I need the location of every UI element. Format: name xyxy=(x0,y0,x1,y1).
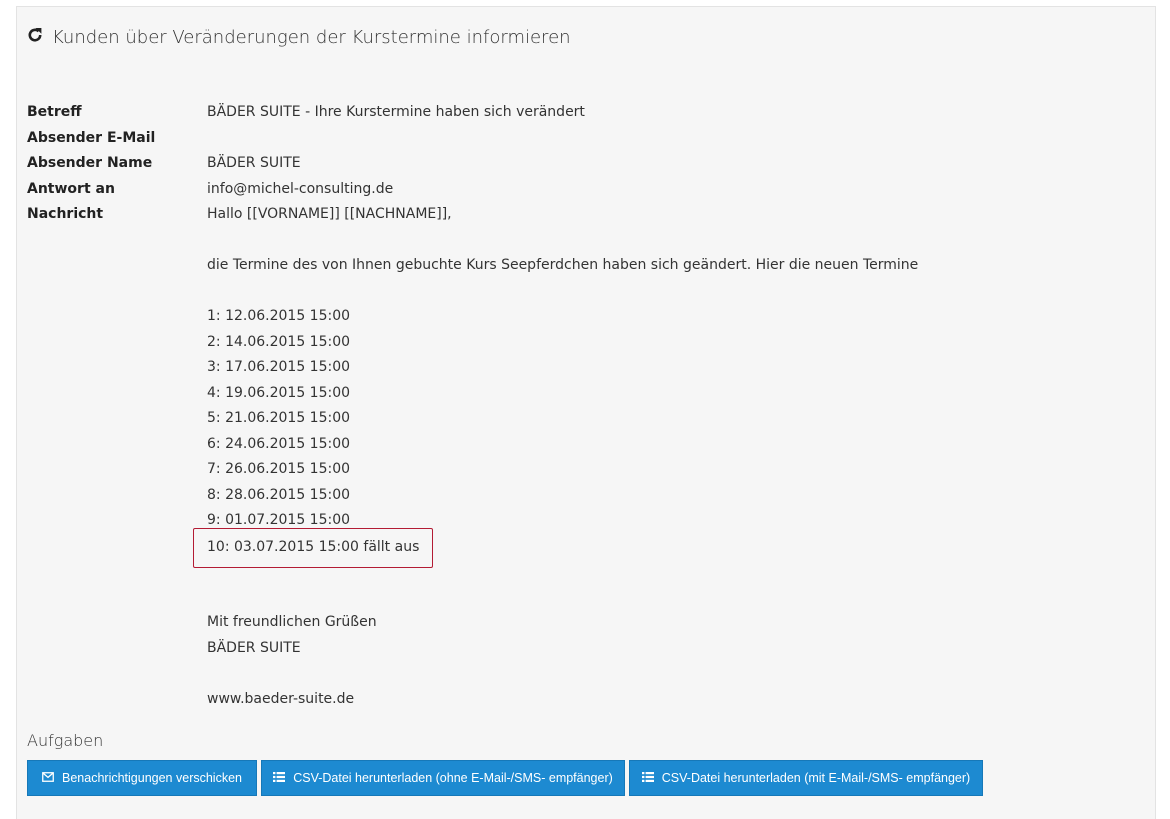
envelope-icon xyxy=(42,771,62,785)
date-item: 2: 14.06.2015 15:00 xyxy=(207,334,351,350)
field-value: BÄDER SUITE - Ihre Kurstermine haben sic… xyxy=(207,104,585,120)
message-signature: BÄDER SUITE xyxy=(207,640,301,656)
field-value: info@michel-consulting.de xyxy=(207,181,394,197)
csv-download-with-label: CSV-Datei herunterladen (mit E-Mail-/SMS… xyxy=(661,771,971,785)
field-sender-name: Absender Name BÄDER SUITE xyxy=(27,153,301,173)
csv-download-without-recipients-button[interactable]: CSV-Datei herunterladen (ohne E-Mail-/SM… xyxy=(261,760,625,796)
field-sender-email: Absender E-Mail xyxy=(27,128,207,148)
field-subject: Betreff BÄDER SUITE - Ihre Kurstermine h… xyxy=(27,102,585,122)
refresh-icon xyxy=(27,27,52,48)
field-label: Absender Name xyxy=(27,155,153,171)
list-icon xyxy=(273,771,293,785)
date-item: 7: 26.06.2015 15:00 xyxy=(207,461,351,477)
field-label: Antwort an xyxy=(27,181,115,197)
date-item: 5: 21.06.2015 15:00 xyxy=(207,410,351,426)
panel-title-text: Kunden über Veränderungen der Kurstermin… xyxy=(52,27,571,48)
field-label: Nachricht xyxy=(27,206,104,222)
csv-download-with-recipients-button[interactable]: CSV-Datei herunterladen (mit E-Mail-/SMS… xyxy=(629,760,983,796)
panel-title: Kunden über Veränderungen der Kurstermin… xyxy=(27,27,571,48)
date-item: 8: 28.06.2015 15:00 xyxy=(207,487,351,503)
field-value: Hallo [[VORNAME]] [[NACHNAME]], xyxy=(207,206,452,222)
csv-download-without-label: CSV-Datei herunterladen (ohne E-Mail-/SM… xyxy=(293,771,613,785)
field-reply-to: Antwort an info@michel-consulting.de xyxy=(27,179,393,199)
list-icon xyxy=(641,771,662,785)
send-notifications-button[interactable]: Benachrichtigungen verschicken xyxy=(27,760,257,796)
field-label: Absender E-Mail xyxy=(27,130,156,146)
date-item: 1: 12.06.2015 15:00 xyxy=(207,308,351,324)
field-label: Betreff xyxy=(27,104,82,120)
send-notifications-label: Benachrichtigungen verschicken xyxy=(62,771,242,785)
tasks-label: Aufgaben xyxy=(27,731,104,750)
date-item: 4: 19.06.2015 15:00 xyxy=(207,385,351,401)
message-intro: die Termine des von Ihnen gebuchte Kurs … xyxy=(207,257,919,273)
notification-panel: Kunden über Veränderungen der Kurstermin… xyxy=(16,6,1156,819)
cancelled-date-highlight xyxy=(193,528,433,568)
field-value: BÄDER SUITE xyxy=(207,155,301,171)
date-item: 9: 01.07.2015 15:00 xyxy=(207,512,351,528)
field-message: Nachricht Hallo [[VORNAME]] [[NACHNAME]]… xyxy=(27,204,452,224)
date-item: 3: 17.06.2015 15:00 xyxy=(207,359,351,375)
message-website: www.baeder-suite.de xyxy=(207,691,355,707)
date-item: 6: 24.06.2015 15:00 xyxy=(207,436,351,452)
message-closing: Mit freundlichen Grüßen xyxy=(207,614,377,630)
